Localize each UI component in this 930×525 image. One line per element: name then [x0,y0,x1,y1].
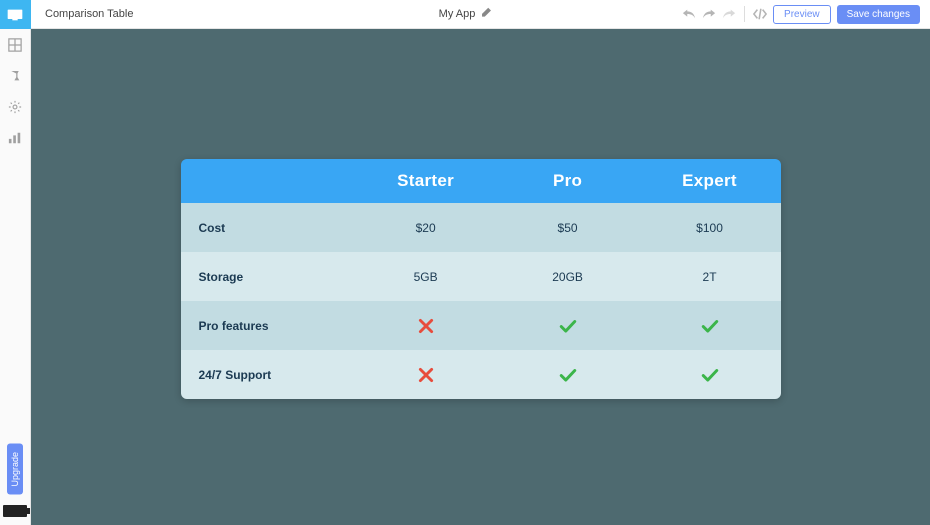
sidebar: Upgrade [0,0,31,525]
table-header: Starter Pro Expert [181,159,781,203]
analytics-icon[interactable] [0,122,31,153]
cross-icon [417,366,435,384]
table-cell [355,350,497,399]
toolbar-divider [744,6,745,22]
table-cell: 20GB [497,252,639,301]
table-row: 24/7 Support [181,350,781,399]
table-cell [497,350,639,399]
undo-icon[interactable] [682,7,696,21]
redo-disabled-icon [722,7,736,21]
page-title: Comparison Table [45,8,133,20]
edit-name-icon[interactable] [480,7,491,21]
row-label: Cost [181,203,355,252]
table-cell: $20 [355,203,497,252]
check-icon [701,366,719,384]
gear-icon[interactable] [0,91,31,122]
app-logo[interactable] [0,0,31,29]
comparison-table[interactable]: Starter Pro Expert Cost$20$50$100Storage… [181,159,781,399]
table-row: Pro features [181,301,781,350]
code-icon[interactable] [753,7,767,21]
cross-icon [417,317,435,335]
upgrade-button[interactable]: Upgrade [7,444,23,495]
app-name[interactable]: My App [439,8,476,20]
table-cell [355,301,497,350]
plan-header: Expert [639,159,781,203]
plan-header: Starter [355,159,497,203]
redo-icon[interactable] [702,7,716,21]
check-icon [559,366,577,384]
topbar: Comparison Table My App Preview Save cha… [31,0,930,29]
table-cell: 2T [639,252,781,301]
table-row: Cost$20$50$100 [181,203,781,252]
table-cell: 5GB [355,252,497,301]
canvas[interactable]: Starter Pro Expert Cost$20$50$100Storage… [31,29,930,525]
plan-header: Pro [497,159,639,203]
table-cell: $100 [639,203,781,252]
save-button[interactable]: Save changes [837,5,920,24]
row-label: Storage [181,252,355,301]
preview-button[interactable]: Preview [773,5,831,24]
check-icon [559,317,577,335]
table-cell [497,301,639,350]
row-label: 24/7 Support [181,350,355,399]
device-icon[interactable] [3,505,27,517]
table-cell: $50 [497,203,639,252]
table-row: Storage5GB20GB2T [181,252,781,301]
layout-icon[interactable] [0,29,31,60]
table-cell [639,350,781,399]
pin-icon[interactable] [0,60,31,91]
check-icon [701,317,719,335]
table-cell [639,301,781,350]
row-label: Pro features [181,301,355,350]
